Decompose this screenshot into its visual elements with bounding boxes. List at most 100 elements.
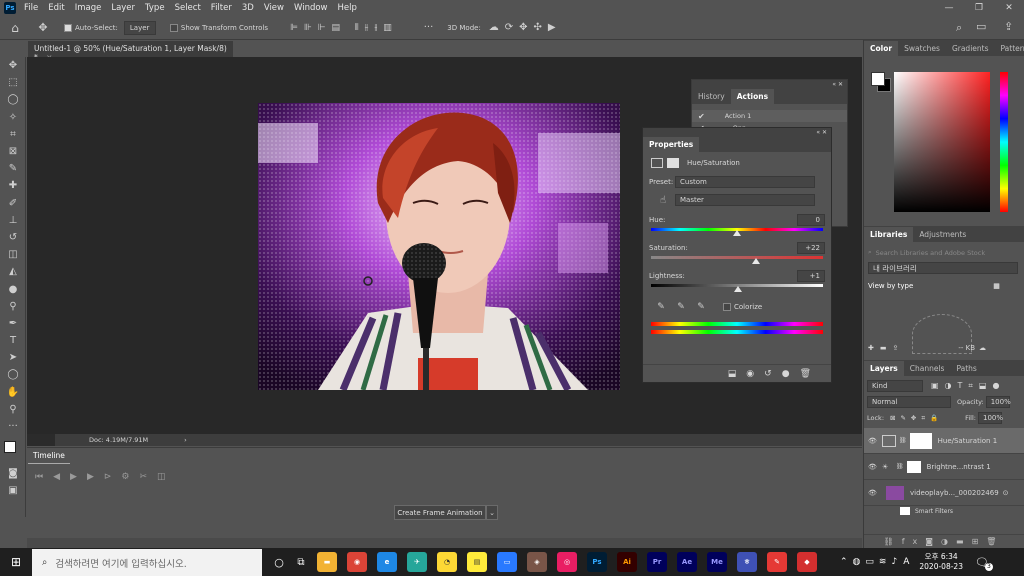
- eyedropper-minus-icon[interactable]: ✎: [691, 302, 711, 312]
- media-encoder-taskbar-icon[interactable]: Me: [707, 552, 727, 572]
- clock[interactable]: 오후 6:34 2020-08-23: [919, 552, 963, 572]
- folder-icon[interactable]: ▬: [880, 344, 887, 352]
- layer-name[interactable]: Brightne...ntrast 1: [927, 463, 991, 471]
- more-options-icon[interactable]: ···: [424, 22, 434, 33]
- add-library-icon[interactable]: ✚: [868, 344, 874, 352]
- opacity-field[interactable]: 100%: [985, 396, 1011, 408]
- visibility-eye-icon[interactable]: 👁: [868, 463, 882, 471]
- layer-mask-thumb[interactable]: [909, 432, 932, 449]
- hue-slider-thumb[interactable]: [733, 230, 741, 236]
- layer-filter-icons[interactable]: ▣◑T⌗⬓●: [931, 381, 1005, 391]
- zoom-app-icon[interactable]: ▭: [497, 552, 517, 572]
- brush-tool-icon[interactable]: ✐: [0, 195, 26, 212]
- view-previous-icon[interactable]: ◉: [746, 369, 764, 379]
- link-icon[interactable]: ⛓: [899, 437, 907, 444]
- menu-filter[interactable]: Filter: [211, 3, 232, 13]
- windows-start-icon[interactable]: ⊞: [0, 555, 32, 569]
- fg-color-chip[interactable]: [871, 72, 885, 86]
- illustrator-taskbar-icon[interactable]: Ai: [617, 552, 637, 572]
- file-explorer-icon[interactable]: ▬: [317, 552, 337, 572]
- share-icon[interactable]: ⇪: [1004, 20, 1013, 33]
- blend-mode-dropdown[interactable]: Normal: [867, 396, 951, 408]
- panel-collapse-bar[interactable]: « ✕: [692, 80, 847, 89]
- library-dropdown[interactable]: 내 라이브러리: [868, 262, 1018, 274]
- library-search-input[interactable]: Search Libraries and Adobe Stock: [876, 249, 985, 257]
- quick-mask-icon[interactable]: ◙: [0, 465, 26, 482]
- network-icon[interactable]: ◍: [853, 557, 861, 567]
- layer-kind-filter[interactable]: Kind: [867, 380, 923, 392]
- battery-icon[interactable]: ▭: [865, 557, 874, 567]
- edge-icon[interactable]: e: [377, 552, 397, 572]
- channel-dropdown[interactable]: Master: [675, 194, 815, 206]
- lightness-slider[interactable]: [651, 282, 823, 294]
- mask-icon[interactable]: [667, 158, 679, 168]
- lightness-slider-thumb[interactable]: [733, 286, 742, 292]
- menu-view[interactable]: View: [264, 3, 284, 13]
- tab-history[interactable]: History: [692, 89, 731, 104]
- fx-icon[interactable]: fx: [902, 537, 926, 546]
- paint-bucket-icon[interactable]: ◭: [0, 263, 26, 280]
- transform-controls-checkbox[interactable]: [169, 23, 178, 32]
- fill-field[interactable]: 100%: [977, 412, 1003, 424]
- timeline-controls[interactable]: ⏮◀▶▶⊳⚙✂◫: [35, 472, 176, 482]
- cortana-icon[interactable]: ○: [268, 556, 290, 569]
- tab-gradients[interactable]: Gradients: [946, 41, 995, 56]
- status-menu-arrow[interactable]: ›: [184, 436, 187, 444]
- add-mask-icon[interactable]: ◙: [925, 537, 941, 546]
- new-group-icon[interactable]: ▬: [956, 537, 972, 546]
- camera-app-icon[interactable]: ◎: [557, 552, 577, 572]
- saturation-slider[interactable]: [651, 254, 823, 266]
- link-layers-icon[interactable]: ⛓: [884, 537, 902, 546]
- visibility-eye-icon[interactable]: 👁: [868, 489, 882, 497]
- tab-color[interactable]: Color: [864, 40, 899, 56]
- shape-tool-icon[interactable]: ◯: [0, 366, 26, 383]
- auto-select-checkbox[interactable]: [64, 23, 72, 32]
- colorize-checkbox[interactable]: [723, 303, 731, 311]
- minimize-button[interactable]: —: [934, 3, 964, 13]
- tab-paths[interactable]: Paths: [950, 361, 982, 376]
- volume-icon[interactable]: ♪: [891, 557, 897, 567]
- tab-patterns[interactable]: Patterns: [995, 41, 1024, 56]
- lock-icons[interactable]: ⊠✎✥⌗🔒: [890, 414, 943, 423]
- marquee-tool-icon[interactable]: ⬚: [0, 74, 26, 91]
- menu-image[interactable]: Image: [75, 3, 102, 13]
- 3d-mode-icons[interactable]: ☁⟳✥✣▶: [489, 22, 562, 33]
- upload-icon[interactable]: ⇪: [893, 344, 899, 352]
- tab-adjustments[interactable]: Adjustments: [913, 227, 972, 242]
- tab-actions[interactable]: Actions: [730, 89, 775, 104]
- lightness-value-field[interactable]: +1: [797, 270, 825, 282]
- notification-icon[interactable]: 🗨 3: [975, 556, 993, 571]
- link-icon[interactable]: ⛓: [896, 463, 904, 470]
- tab-swatches[interactable]: Swatches: [898, 41, 946, 56]
- panel-collapse-bar[interactable]: « ✕: [643, 128, 831, 137]
- eyedropper-icon[interactable]: ✎: [651, 302, 671, 312]
- tray-expand-icon[interactable]: ⌃: [840, 557, 848, 567]
- search-icon[interactable]: ⌕: [956, 21, 962, 35]
- tab-layers[interactable]: Layers: [864, 360, 904, 376]
- menu-window[interactable]: Window: [294, 3, 328, 13]
- ime-indicator[interactable]: A: [903, 557, 909, 567]
- grid-view-icon[interactable]: ▦: [993, 282, 1000, 290]
- home-icon[interactable]: ⌂: [0, 21, 30, 35]
- color-picker-field[interactable]: [894, 72, 990, 212]
- hue-value-field[interactable]: 0: [797, 214, 825, 226]
- pen-tool-icon[interactable]: ✒: [0, 315, 26, 332]
- menu-type[interactable]: Type: [145, 3, 165, 13]
- timeline-tab[interactable]: Timeline: [28, 448, 70, 464]
- frame-tool-icon[interactable]: ⊠: [0, 143, 26, 160]
- pdf-app-icon[interactable]: ◆: [797, 552, 817, 572]
- after-effects-taskbar-icon[interactable]: Ae: [677, 552, 697, 572]
- path-select-icon[interactable]: ➤: [0, 349, 26, 366]
- tab-libraries[interactable]: Libraries: [864, 226, 914, 242]
- smart-filters-row[interactable]: Smart Filters: [864, 506, 1024, 516]
- adjustment-layer-icon[interactable]: [651, 158, 663, 168]
- menu-layer[interactable]: Layer: [111, 3, 135, 13]
- align-icons[interactable]: ⊫⊪⊩▤ ⫴⫳⫲▥: [290, 23, 398, 33]
- foreground-color[interactable]: [4, 441, 16, 454]
- visibility-eye-icon[interactable]: 👁: [868, 437, 882, 445]
- document-tab[interactable]: Untitled-1 @ 50% (Hue/Saturation 1, Laye…: [28, 41, 233, 62]
- lasso-tool-icon[interactable]: ◯: [0, 91, 26, 108]
- visibility-icon[interactable]: ●: [782, 369, 800, 379]
- chrome-icon[interactable]: ◉: [347, 552, 367, 572]
- magic-wand-icon[interactable]: ✧: [0, 109, 26, 126]
